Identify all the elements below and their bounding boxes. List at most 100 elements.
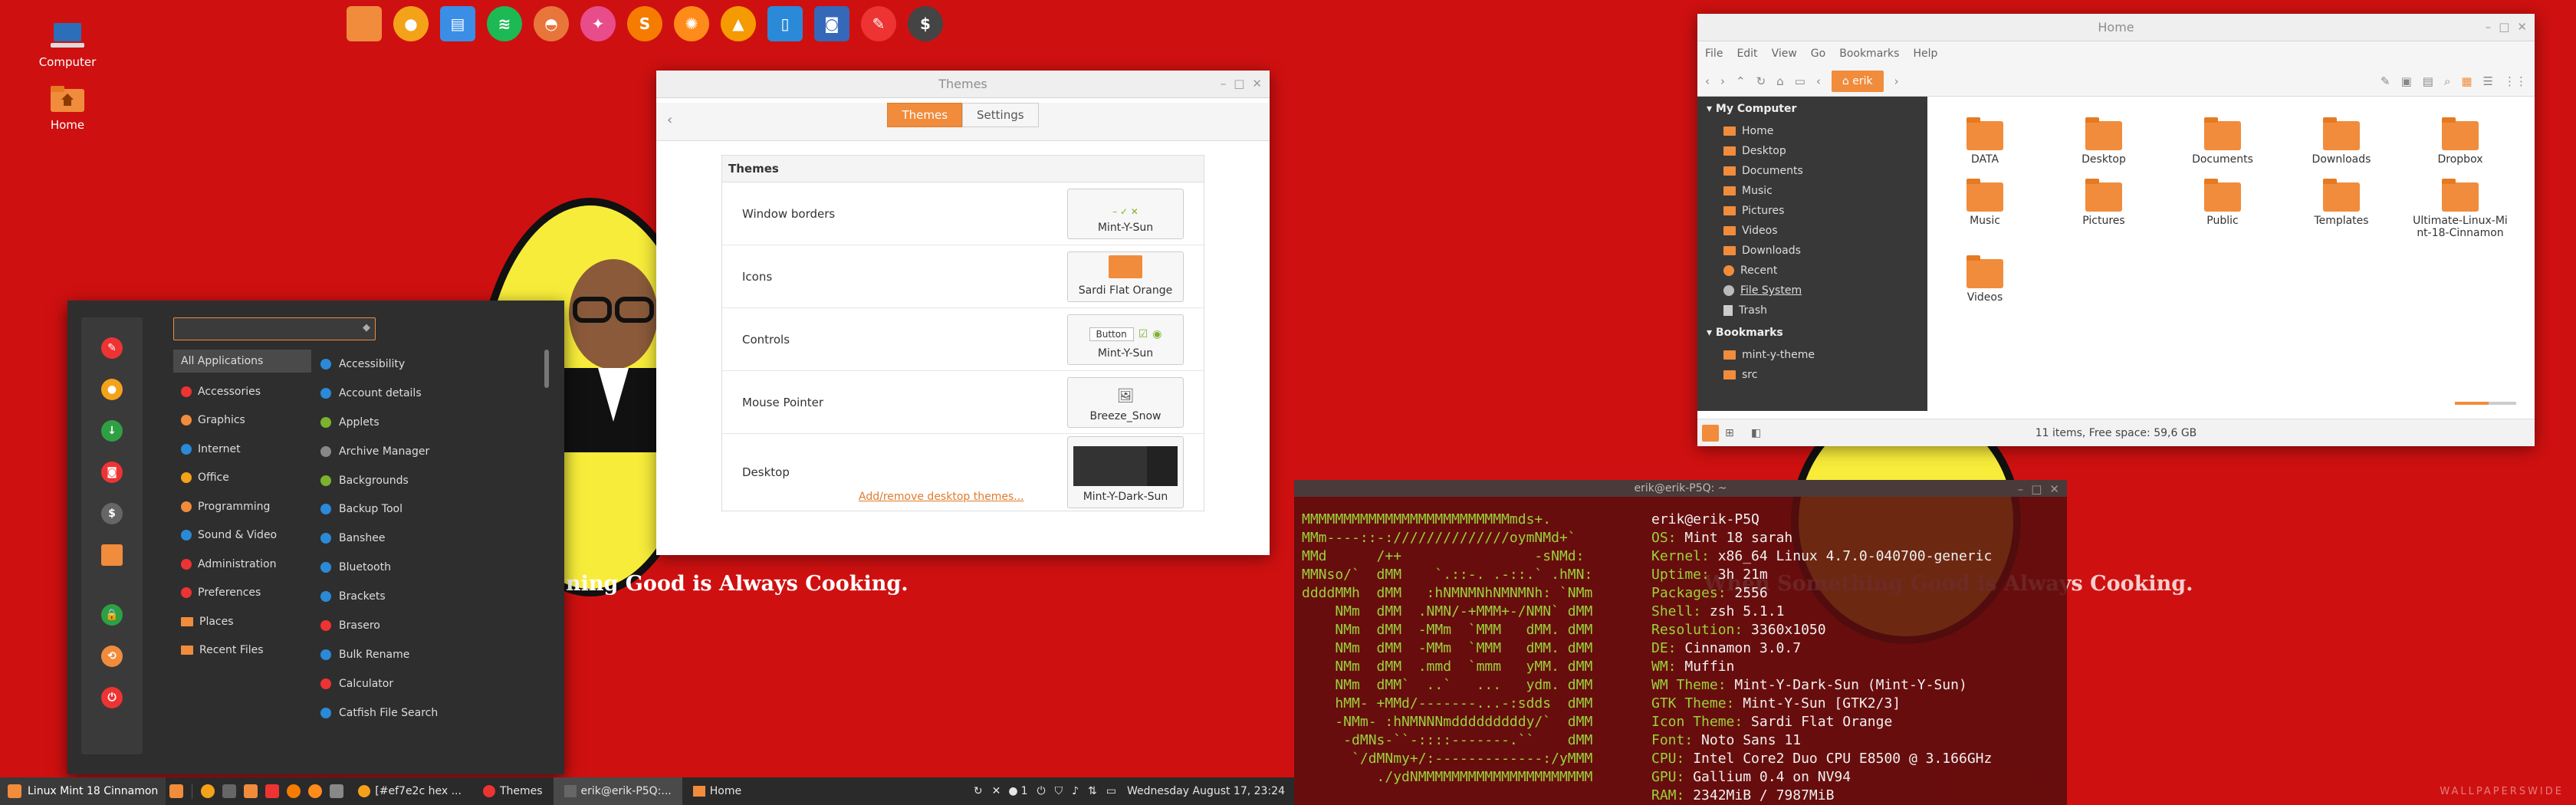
minimize-icon[interactable]: –: [2486, 20, 2492, 34]
screenshot-dock-icon[interactable]: ◙: [814, 6, 849, 41]
minimize-icon[interactable]: –: [2018, 482, 2024, 496]
category-administration[interactable]: Administration: [173, 550, 311, 579]
app-catfish-file-search[interactable]: Catfish File Search: [311, 698, 541, 728]
show-tree-icon[interactable]: ⊞: [1725, 427, 1734, 439]
category-graphics[interactable]: Graphics: [173, 406, 311, 435]
mint-update-icon[interactable]: ✎: [101, 337, 123, 359]
app-calculator[interactable]: Calculator: [311, 669, 541, 698]
open-terminal-icon[interactable]: ▤: [2423, 74, 2433, 88]
app-accessibility[interactable]: Accessibility: [311, 350, 541, 379]
terminal-dock-icon[interactable]: $: [908, 6, 943, 41]
taskbar-window-terminal[interactable]: erik@erik-P5Q:...: [553, 777, 682, 805]
screenshot-icon[interactable]: ◙: [101, 462, 123, 483]
new-folder-icon[interactable]: ▣: [2401, 74, 2412, 88]
file-item-templates[interactable]: Templates: [2292, 179, 2391, 227]
app-bluetooth[interactable]: Bluetooth: [311, 553, 541, 582]
file-item-desktop[interactable]: Desktop: [2054, 117, 2154, 166]
orange-launcher-icon[interactable]: [308, 784, 323, 798]
menu-file[interactable]: File: [1705, 48, 1723, 60]
files-dock-icon[interactable]: [347, 6, 382, 41]
app-backgrounds[interactable]: Backgrounds: [311, 466, 541, 495]
desktop-icon-computer[interactable]: Computer: [33, 21, 102, 69]
close-icon[interactable]: ✕: [1252, 77, 1262, 90]
volume-icon[interactable]: ♪: [1072, 785, 1079, 797]
menu-search-input[interactable]: ◆: [173, 317, 376, 340]
icons-chooser[interactable]: Sardi Flat Orange: [1067, 251, 1184, 302]
download-icon[interactable]: ↓: [101, 420, 123, 442]
menu-scrollbar[interactable]: [544, 350, 549, 388]
taskbar-window-themes[interactable]: Themes: [472, 777, 554, 805]
tab-themes[interactable]: Themes: [887, 103, 963, 127]
docs-dock-icon[interactable]: ▤: [440, 6, 475, 41]
crumb-right-icon[interactable]: ›: [1894, 74, 1899, 88]
sidebar-item-music[interactable]: Music: [1697, 181, 1927, 201]
power-icon[interactable]: ⏻: [101, 687, 123, 708]
sublime-dock-icon[interactable]: S: [627, 6, 662, 41]
terminal-output[interactable]: MMMMMMMMMMMMMMMMMMMMMMMMMmds+. MMm----::-…: [1294, 497, 2067, 805]
category-all-applications[interactable]: All Applications: [173, 350, 311, 373]
menu-view[interactable]: View: [1772, 48, 1797, 60]
file-item-ultimate-linux-mint[interactable]: Ultimate-Linux-Mint-18-Cinnamon: [2410, 179, 2510, 239]
terminal-titlebar[interactable]: erik@erik-P5Q: ~ – □ ✕: [1294, 480, 2067, 497]
sidebar-item-recent[interactable]: Recent: [1697, 261, 1927, 281]
list-view-icon[interactable]: ☰: [2483, 74, 2493, 88]
crumb-left-icon[interactable]: ‹: [1816, 74, 1821, 88]
app-account-details[interactable]: Account details: [311, 379, 541, 408]
app-bulk-rename[interactable]: Bulk Rename: [311, 640, 541, 669]
up-icon[interactable]: ⌃: [1736, 74, 1746, 88]
firefox-dock-icon[interactable]: ●: [393, 6, 429, 41]
icon-view-icon[interactable]: ▦: [2461, 74, 2472, 88]
sublime-launcher-icon[interactable]: [287, 784, 301, 798]
sidebar-item-home[interactable]: Home: [1697, 121, 1927, 141]
desktop-theme-chooser[interactable]: Mint-Y-Dark-Sun: [1067, 436, 1184, 508]
menu-edit[interactable]: Edit: [1737, 48, 1757, 60]
taskbar-window-browser[interactable]: [#ef7e2c hex ...: [347, 777, 472, 805]
menu-button[interactable]: Linux Mint 18 Cinnamon: [0, 777, 166, 805]
hexchat-dock-icon[interactable]: ✦: [580, 6, 616, 41]
close-tray-icon[interactable]: ✕: [992, 785, 1001, 797]
note-dock-icon[interactable]: ▯: [767, 6, 803, 41]
firefox-launcher-icon[interactable]: [201, 784, 215, 798]
clock[interactable]: Wednesday August 17, 23:24: [1127, 785, 1285, 797]
orange-dock-icon[interactable]: ✺: [674, 6, 709, 41]
sidebar-bookmark-mint-y-theme[interactable]: mint-y-theme: [1697, 345, 1927, 365]
settings-launcher-icon[interactable]: [330, 784, 344, 798]
forward-icon[interactable]: ›: [1720, 74, 1725, 88]
app-banshee[interactable]: Banshee: [311, 524, 541, 553]
category-office[interactable]: Office: [173, 464, 311, 493]
file-item-music[interactable]: Music: [1935, 179, 2035, 227]
app-backup-tool[interactable]: Backup Tool: [311, 495, 541, 524]
sidebar-item-file-system[interactable]: File System: [1697, 281, 1927, 301]
category-sound-video[interactable]: Sound & Video: [173, 521, 311, 550]
sidebar-item-videos[interactable]: Videos: [1697, 221, 1927, 241]
themes-titlebar[interactable]: Themes – □ ✕: [656, 71, 1270, 98]
sidebar-item-downloads[interactable]: Downloads: [1697, 241, 1927, 261]
show-desktop-icon[interactable]: [169, 784, 184, 798]
terminal-launcher-icon[interactable]: [222, 784, 237, 798]
app-archive-manager[interactable]: Archive Manager: [311, 437, 541, 466]
toggle-location-icon[interactable]: ✎: [2380, 74, 2390, 88]
file-item-documents[interactable]: Documents: [2173, 117, 2272, 166]
category-accessories[interactable]: Accessories: [173, 377, 311, 406]
tab-settings[interactable]: Settings: [962, 103, 1039, 127]
window-borders-chooser[interactable]: – ✓ ✕ Mint-Y-Sun: [1067, 188, 1184, 239]
file-item-videos[interactable]: Videos: [1935, 255, 2035, 304]
file-item-data[interactable]: DATA: [1935, 117, 2035, 166]
maximize-icon[interactable]: □: [2031, 482, 2042, 496]
taskbar-window-home[interactable]: Home: [682, 777, 752, 805]
search-clear-icon[interactable]: ◆: [363, 322, 370, 334]
logout-icon[interactable]: ⟲: [101, 646, 123, 667]
sidebar-item-desktop[interactable]: Desktop: [1697, 141, 1927, 161]
spotify-dock-icon[interactable]: ≋: [487, 6, 522, 41]
controls-chooser[interactable]: Button ☑ ◉ Mint-Y-Sun: [1067, 314, 1184, 365]
minimize-icon[interactable]: –: [1221, 77, 1227, 90]
file-item-public[interactable]: Public: [2173, 179, 2272, 227]
desktop-icon-home[interactable]: Home: [33, 84, 102, 132]
terminal-icon[interactable]: $: [101, 503, 123, 524]
maximize-icon[interactable]: □: [1234, 77, 1244, 90]
power-tray-icon[interactable]: ⏻: [1037, 785, 1046, 797]
mint-launcher-icon[interactable]: [265, 784, 280, 798]
hide-sidebar-icon[interactable]: ◧: [1751, 427, 1761, 439]
sidebar-item-trash[interactable]: Trash: [1697, 301, 1927, 320]
file-item-dropbox[interactable]: Dropbox: [2410, 117, 2510, 166]
